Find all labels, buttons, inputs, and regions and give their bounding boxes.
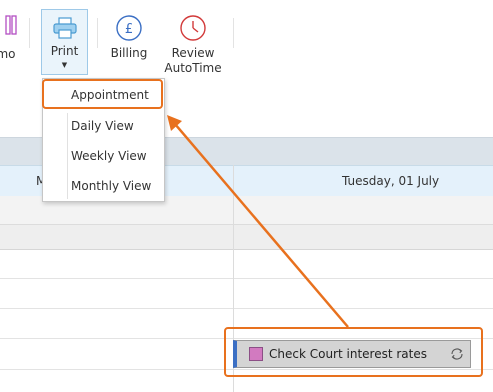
autotime-label: AutoTime — [164, 61, 222, 75]
time-slot-divider — [0, 308, 493, 309]
chevron-down-icon: ▼ — [61, 61, 68, 69]
menu-item-monthly-view[interactable]: Monthly View — [43, 171, 164, 201]
review-label: Review — [171, 46, 215, 60]
day-header-tuesday[interactable]: Tuesday, 01 July — [342, 174, 439, 188]
highlight-appointment-item — [224, 327, 483, 377]
review-autotime-button[interactable]: Review AutoTime — [163, 10, 223, 76]
menu-item-daily-view[interactable]: Daily View — [43, 111, 164, 141]
highlight-appointment-menu-item — [42, 79, 163, 109]
print-label: Print — [50, 44, 79, 58]
billing-label: Billing — [110, 46, 148, 60]
printer-icon — [52, 17, 77, 39]
calendar-section-row — [0, 225, 493, 250]
memo-label: mo — [0, 47, 16, 61]
time-slot-divider — [0, 278, 493, 279]
menu-item-weekly-view[interactable]: Weekly View — [43, 141, 164, 171]
ribbon-separator — [97, 18, 98, 48]
memo-icon — [5, 15, 17, 35]
print-button[interactable]: Print ▼ — [41, 9, 88, 75]
memo-button[interactable]: mo — [0, 10, 18, 62]
svg-text:£: £ — [125, 22, 133, 37]
pound-coin-icon: £ — [116, 15, 142, 41]
billing-button[interactable]: £ Billing — [108, 10, 150, 61]
ribbon-separator — [29, 18, 30, 48]
clock-icon — [180, 15, 206, 41]
ribbon-separator — [233, 18, 234, 48]
